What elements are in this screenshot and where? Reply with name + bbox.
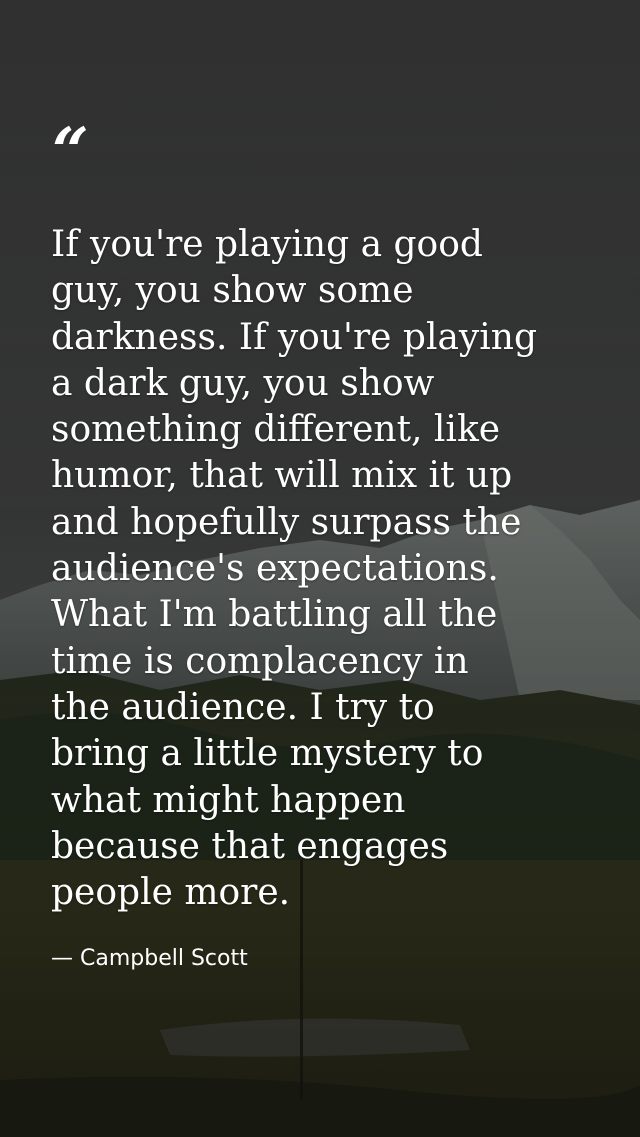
quote-line: and hopefully surpass the [51,501,522,543]
quote-line: audience's expectations. [51,548,499,590]
quote-line: a dark guy, you show [51,362,435,404]
quote-line: If you're playing a good [51,224,483,265]
quote-line: time is complacency in [51,640,469,682]
quote-line: bring a little mystery to [51,733,484,775]
quote-line: what might happen [51,779,406,821]
quote-line: guy, you show some [51,270,414,312]
quote-mark-icon: “ [52,114,89,189]
quote-line: the audience. I try to [51,686,435,728]
quote-line: humor, that will mix it up [51,455,513,497]
quote-line: something different, like [51,409,501,451]
quote-line: because that engages [51,825,449,867]
quote-line: people more. [51,872,291,914]
quote-text: If you're playing a good guy, you show s… [51,222,611,916]
quote-line: darkness. If you're playing [51,316,537,358]
quote-line: What I'm battling all the [51,594,498,636]
quote-attribution: — Campbell Scott [51,946,248,971]
